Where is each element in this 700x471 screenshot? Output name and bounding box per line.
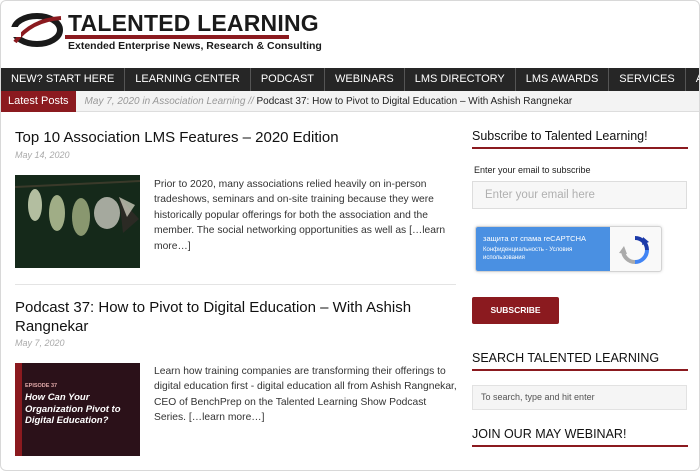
post-date: May 14, 2020	[15, 150, 70, 160]
nav-item-new-start-here[interactable]: NEW? START HERE	[1, 68, 126, 91]
post-thumbnail-chrysalis[interactable]	[15, 175, 140, 268]
nav-item-about[interactable]: ABOUT	[686, 68, 699, 91]
ticker-post-link[interactable]: Podcast 37: How to Pivot to Digital Educ…	[257, 96, 573, 107]
main-navigation: NEW? START HERE LEARNING CENTER PODCAST …	[1, 68, 699, 91]
site-tagline: Extended Enterprise News, Research & Con…	[68, 40, 322, 52]
recaptcha-title: защита от спама reCAPTCHA	[483, 234, 587, 243]
recaptcha-icon	[619, 236, 649, 264]
post-divider	[15, 284, 456, 285]
nav-item-lms-awards[interactable]: LMS AWARDS	[516, 68, 610, 91]
podcast-episode-label: EPISODE 37	[25, 383, 57, 389]
nav-item-services[interactable]: SERVICES	[609, 68, 686, 91]
post-excerpt-text: Prior to 2020, many associations relied …	[154, 179, 434, 237]
post-title-link[interactable]: Podcast 37: How to Pivot to Digital Educ…	[15, 298, 455, 336]
post-thumbnail-podcast[interactable]: EPISODE 37 How Can Your Organization Piv…	[15, 363, 140, 456]
ticker-content: May 7, 2020 in Association Learning // P…	[76, 96, 573, 107]
site-title[interactable]: TALENTED LEARNING	[68, 10, 319, 37]
email-field[interactable]: Enter your email here	[472, 181, 687, 209]
webinar-heading: JOIN OUR MAY WEBINAR!	[472, 427, 688, 447]
nav-item-learning-center[interactable]: LEARNING CENTER	[125, 68, 251, 91]
post-title-link[interactable]: Top 10 Association LMS Features – 2020 E…	[15, 128, 455, 147]
nav-item-lms-directory[interactable]: LMS DIRECTORY	[405, 68, 516, 91]
nav-item-webinars[interactable]: WEBINARS	[325, 68, 405, 91]
logo-divider	[65, 35, 289, 39]
post-date: May 7, 2020	[15, 338, 65, 348]
post-excerpt: Learn how training companies are transfo…	[154, 364, 459, 426]
recaptcha-info-panel: защита от спама reCAPTCHA Конфиденциальн…	[476, 227, 610, 271]
chrysalis-image	[15, 175, 140, 268]
subscribe-button[interactable]: SUBSCRIBE	[472, 297, 559, 324]
latest-posts-label: Latest Posts	[1, 90, 76, 112]
recaptcha-privacy-terms[interactable]: Конфиденциальность - Условия использован…	[483, 246, 603, 262]
nav-item-podcast[interactable]: PODCAST	[251, 68, 326, 91]
subscribe-heading: Subscribe to Talented Learning!	[472, 129, 688, 149]
recaptcha-widget[interactable]: защита от спама reCAPTCHA Конфиденциальн…	[475, 226, 662, 272]
search-heading: SEARCH TALENTED LEARNING	[472, 351, 688, 371]
ticker-meta: May 7, 2020 in Association Learning //	[84, 95, 257, 107]
latest-posts-ticker: Latest Posts May 7, 2020 in Association …	[1, 90, 699, 112]
post-excerpt: Prior to 2020, many associations relied …	[154, 177, 459, 254]
email-label: Enter your email to subscribe	[474, 165, 591, 175]
talented-learning-logo-icon[interactable]	[11, 12, 63, 48]
search-input[interactable]: To search, type and hit enter	[472, 385, 687, 410]
read-more-link[interactable]: […learn more…]	[189, 412, 265, 423]
page-frame: TALENTED LEARNING Extended Enterprise Ne…	[0, 0, 700, 471]
podcast-cover-headline: How Can Your Organization Pivot to Digit…	[25, 392, 121, 426]
